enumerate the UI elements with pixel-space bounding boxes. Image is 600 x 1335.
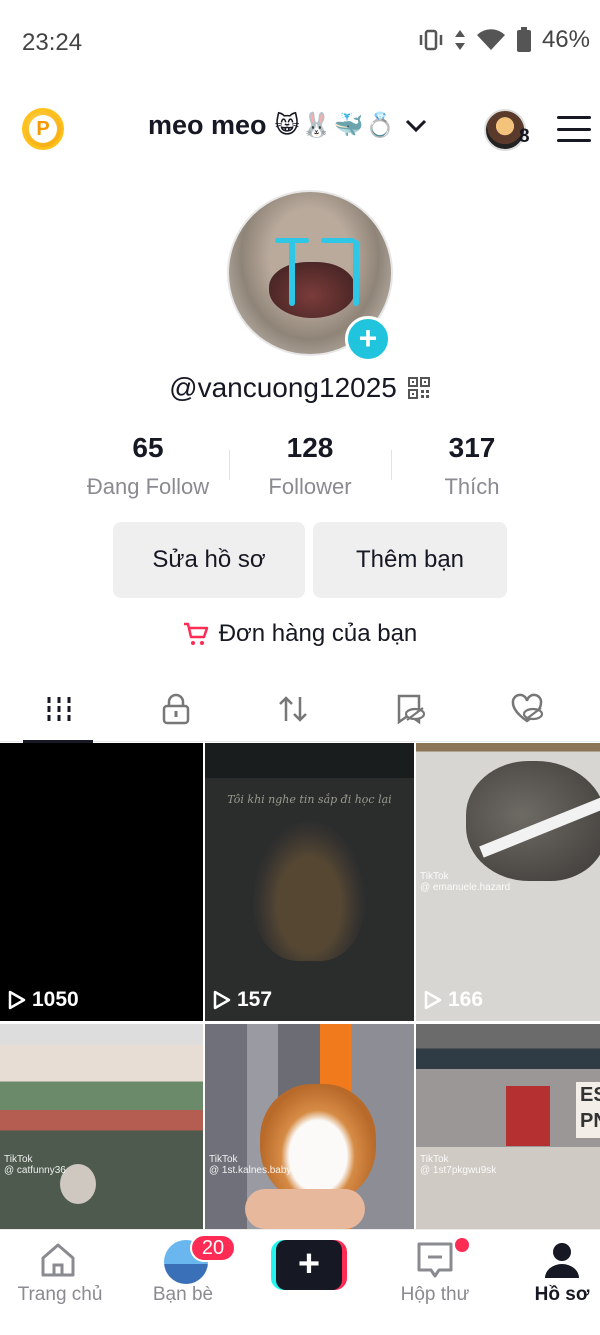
vibrate-icon <box>419 29 443 51</box>
account-emojis: 😸🐰🐳💍 <box>274 112 398 139</box>
profile-tabs <box>0 688 600 743</box>
account-switcher[interactable]: meo meo 😸🐰🐳💍 <box>148 110 427 141</box>
video-thumbnail[interactable]: TikTok @ catfunny36 <box>0 1024 203 1229</box>
video-thumbnail[interactable]: TikTok @ emanuele.hazard 166 <box>416 743 600 1021</box>
add-friend-button[interactable]: Thêm bạn <box>313 522 507 598</box>
status-icons: 46% <box>418 26 590 54</box>
bookmark-hidden-icon <box>397 694 425 725</box>
repost-icon <box>278 696 307 722</box>
tiktok-watermark: TikTok @ 1st7pkgwu9sk <box>420 1154 497 1176</box>
stat-value: 65 <box>132 432 164 463</box>
stat-likes[interactable]: 317 Thích <box>391 432 553 500</box>
heart-hidden-icon <box>511 693 543 723</box>
stat-value: 317 <box>448 432 496 463</box>
grid-icon <box>47 697 70 721</box>
profile-avatar-container: + <box>227 190 393 362</box>
sign-text: ES PN <box>576 1082 600 1138</box>
profile-stats: 65 Đang Follow 128 Follower 317 Thích <box>67 432 553 500</box>
nav-friends[interactable]: 20 Bạn bè <box>123 1230 243 1335</box>
menu-icon[interactable] <box>557 116 591 142</box>
tab-videos[interactable] <box>0 688 117 743</box>
tab-liked[interactable] <box>468 688 585 742</box>
inbox-icon <box>417 1242 453 1278</box>
tiktok-watermark: TikTok @ 1st.kalnes.baby <box>209 1154 292 1176</box>
stat-label: Follower <box>268 474 352 499</box>
bottom-nav: Trang chủ 20 Bạn bè + Hộp thư Hồ sơ <box>0 1229 600 1335</box>
notification-badge: 20 <box>190 1234 236 1262</box>
create-button[interactable]: + <box>271 1240 347 1290</box>
username: @vancuong12025 <box>169 372 397 403</box>
lock-icon <box>162 693 189 725</box>
view-count: 157 <box>213 988 272 1012</box>
tab-private[interactable] <box>117 688 234 742</box>
home-icon <box>41 1243 75 1277</box>
stat-label: Đang Follow <box>86 474 210 499</box>
play-icon <box>424 990 442 1010</box>
video-thumbnail[interactable]: TikTok @ 1st.kalnes.baby <box>205 1024 414 1229</box>
plus-icon: + <box>276 1240 342 1290</box>
nav-home[interactable]: Trang chủ <box>0 1230 120 1335</box>
status-time: 23:24 <box>22 29 83 56</box>
battery-icon <box>516 27 531 52</box>
nav-label: Hộp thư <box>400 1284 470 1305</box>
account-name: meo meo <box>148 110 267 140</box>
switch-account-count: 8 <box>519 126 530 147</box>
video-thumbnail[interactable]: 1050 <box>0 743 203 1021</box>
stat-following[interactable]: 65 Đang Follow <box>67 432 229 500</box>
nav-label: Hồ sơ <box>534 1284 590 1305</box>
add-story-button[interactable]: + <box>345 316 391 362</box>
tiktok-watermark: TikTok @ catfunny36 <box>4 1154 66 1176</box>
chevron-down-icon <box>406 119 427 132</box>
video-grid: 1050 Tôi khi nghe tin sắp đi học lại 157… <box>0 743 600 1229</box>
stat-followers[interactable]: 128 Follower <box>229 432 391 500</box>
battery-percent: 46% <box>541 26 590 53</box>
inbox-notification-dot <box>455 1238 469 1252</box>
nav-inbox[interactable]: Hộp thư <box>375 1230 495 1335</box>
profile-top-bar: P meo meo 😸🐰🐳💍 8 <box>0 96 600 166</box>
profile-icon <box>545 1243 579 1278</box>
coins-icon[interactable]: P <box>22 108 64 150</box>
play-icon <box>213 990 231 1010</box>
shopping-cart-icon <box>183 622 208 645</box>
nav-label: Trang chủ <box>17 1284 103 1305</box>
qr-code-icon[interactable] <box>407 376 431 400</box>
tiktok-watermark: TikTok @ emanuele.hazard <box>420 871 511 893</box>
video-thumbnail[interactable]: ES PN TikTok @ 1st7pkgwu9sk <box>416 1024 600 1229</box>
play-icon <box>8 990 26 1010</box>
status-bar: 23:24 46% <box>0 0 600 86</box>
nav-profile[interactable]: Hồ sơ <box>502 1230 600 1335</box>
profile-actions: Sửa hồ sơ Thêm bạn <box>113 522 507 598</box>
tab-reposts[interactable] <box>234 688 351 742</box>
data-arrows-icon <box>454 30 465 50</box>
video-caption: Tôi khi nghe tin sắp đi học lại <box>227 793 392 806</box>
orders-link[interactable]: Đơn hàng của bạn <box>0 620 600 648</box>
username-row: @vancuong12025 <box>0 372 600 404</box>
tab-saved[interactable] <box>351 688 468 742</box>
edit-profile-button[interactable]: Sửa hồ sơ <box>113 522 305 598</box>
orders-label: Đơn hàng của bạn <box>218 620 418 647</box>
wifi-icon <box>476 29 505 50</box>
stat-label: Thích <box>444 474 500 499</box>
nav-label: Bạn bè <box>152 1284 214 1305</box>
stat-value: 128 <box>286 432 334 463</box>
view-count: 166 <box>424 988 483 1012</box>
video-thumbnail[interactable]: Tôi khi nghe tin sắp đi học lại 157 <box>205 743 414 1021</box>
view-count: 1050 <box>8 988 79 1012</box>
